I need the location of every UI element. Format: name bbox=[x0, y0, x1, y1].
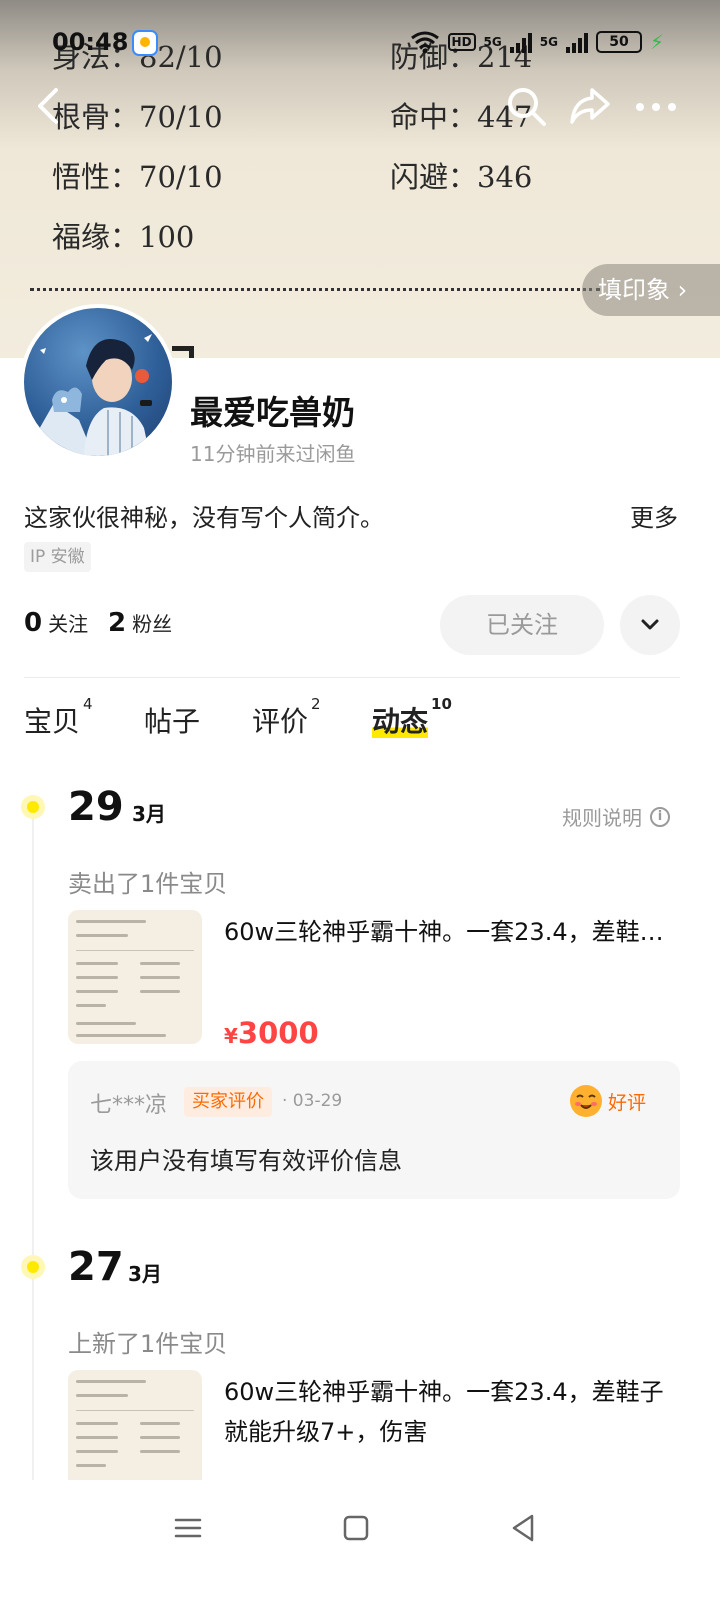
info-icon: i bbox=[650, 806, 670, 827]
signal-icon bbox=[509, 31, 532, 53]
item-thumbnail[interactable] bbox=[68, 1370, 202, 1480]
good-review-badge: 好评 bbox=[568, 1083, 646, 1119]
username: 最爱吃兽奶 bbox=[190, 393, 355, 432]
tab-count: 2 bbox=[311, 694, 321, 713]
tab-label: 动态 bbox=[372, 705, 429, 738]
banner-divider bbox=[30, 288, 600, 291]
hd-icon: HD bbox=[447, 33, 476, 51]
timeline-line bbox=[32, 810, 34, 1480]
avatar[interactable] bbox=[20, 304, 176, 460]
section-divider bbox=[24, 677, 680, 678]
price-symbol: ¥ bbox=[224, 1024, 238, 1048]
tab-posts[interactable]: 帖子 bbox=[144, 700, 200, 740]
bio-text: 这家伙很神秘，没有写个人简介。 bbox=[24, 504, 384, 532]
followers-stat[interactable]: 2 粉丝 bbox=[108, 608, 172, 638]
status-indicators: HD 5G 5G 50 ⚡ bbox=[410, 30, 664, 54]
system-navigation-bar bbox=[0, 1480, 720, 1610]
tab-label: 宝贝 bbox=[24, 705, 81, 738]
home-icon[interactable] bbox=[336, 1508, 376, 1548]
signal-icon bbox=[565, 31, 588, 53]
following-count: 0 bbox=[24, 608, 43, 638]
followers-count: 2 bbox=[108, 608, 127, 638]
share-icon[interactable] bbox=[568, 84, 612, 128]
follow-options-button[interactable] bbox=[620, 595, 680, 655]
status-time: 00:48 bbox=[52, 28, 129, 56]
menu-icon[interactable] bbox=[168, 1508, 208, 1548]
buyer-review-badge: 买家评价 bbox=[184, 1087, 272, 1117]
timeline-event-title: 上新了1件宝贝 bbox=[68, 1330, 228, 1358]
banner-stat: 悟性：70/10 bbox=[52, 160, 223, 194]
bio-more-link[interactable]: 更多 bbox=[630, 498, 678, 533]
tab-label: 评价 bbox=[252, 705, 309, 738]
tab-label: 帖子 bbox=[144, 705, 201, 738]
review-text: 该用户没有填写有效评价信息 bbox=[90, 1147, 402, 1175]
charging-icon: ⚡ bbox=[649, 30, 664, 54]
tab-count: 10 bbox=[431, 694, 452, 713]
following-label: 关注 bbox=[48, 612, 89, 636]
timeline-dot bbox=[22, 796, 44, 818]
ip-location-badge: IP 安徽 bbox=[24, 542, 91, 572]
buyer-review-card[interactable]: 七***凉 买家评价 · 03-29 好评 该用户没有填写有效评价信息 bbox=[68, 1061, 680, 1199]
banner-stat: 闪避：346 bbox=[390, 160, 533, 194]
price-value: 3000 bbox=[237, 1016, 319, 1050]
tab-count: 4 bbox=[83, 694, 93, 713]
chevron-down-icon bbox=[641, 619, 659, 630]
network-type: 5G bbox=[539, 35, 558, 49]
review-date: · 03-29 bbox=[282, 1091, 343, 1111]
item-thumbnail[interactable] bbox=[68, 910, 202, 1044]
last-seen-text: 11分钟前来过闲鱼 bbox=[190, 442, 356, 466]
followed-button[interactable]: 已关注 bbox=[440, 595, 604, 655]
timeline-month: 3月 bbox=[132, 802, 166, 826]
avatar-illustration bbox=[24, 334, 152, 456]
following-stat[interactable]: 0 关注 bbox=[24, 608, 88, 638]
back-arrow-icon[interactable] bbox=[30, 86, 70, 126]
timeline-dot bbox=[22, 1256, 44, 1278]
good-review-label: 好评 bbox=[608, 1091, 647, 1114]
item-description[interactable]: 60w三轮神乎霸十神。一套23.4，差鞋子就能升级7+，伤害 bbox=[224, 1372, 674, 1452]
timeline-event-title: 卖出了1件宝贝 bbox=[68, 870, 228, 898]
fill-impression-button[interactable]: 填印象 › bbox=[582, 264, 720, 316]
network-type: 5G bbox=[483, 35, 502, 49]
happy-face-icon bbox=[570, 1085, 602, 1117]
banner-stat: 根骨：70/10 bbox=[52, 100, 223, 134]
followers-label: 粉丝 bbox=[132, 612, 173, 636]
rules-link-label: 规则说明 bbox=[562, 806, 642, 830]
item-price: ¥3000 bbox=[224, 1016, 319, 1050]
app-notification-icon bbox=[132, 30, 158, 56]
banner-stat: 福缘：100 bbox=[52, 220, 195, 254]
rules-link[interactable]: 规则说明 i bbox=[562, 802, 670, 831]
more-options-icon[interactable] bbox=[634, 92, 678, 122]
timeline-day: 29 bbox=[68, 784, 124, 830]
tab-items[interactable]: 宝贝4 bbox=[24, 695, 93, 740]
back-icon[interactable] bbox=[504, 1508, 544, 1548]
timeline-day: 27 bbox=[68, 1244, 124, 1290]
tab-activity[interactable]: 动态10 bbox=[372, 695, 452, 740]
tab-reviews[interactable]: 评价2 bbox=[252, 695, 321, 740]
search-icon[interactable] bbox=[504, 84, 548, 128]
battery-icon: 50 bbox=[595, 31, 642, 53]
timeline-month: 3月 bbox=[128, 1262, 162, 1286]
item-description[interactable]: 60w三轮神乎霸十神。一套23.4，差鞋子就能升级7+，伤害 bbox=[224, 912, 674, 952]
status-bar: 00:48 HD 5G 5G 50 ⚡ bbox=[0, 24, 720, 64]
reviewer-name: 七***凉 bbox=[90, 1093, 168, 1118]
wifi-icon bbox=[410, 31, 439, 54]
